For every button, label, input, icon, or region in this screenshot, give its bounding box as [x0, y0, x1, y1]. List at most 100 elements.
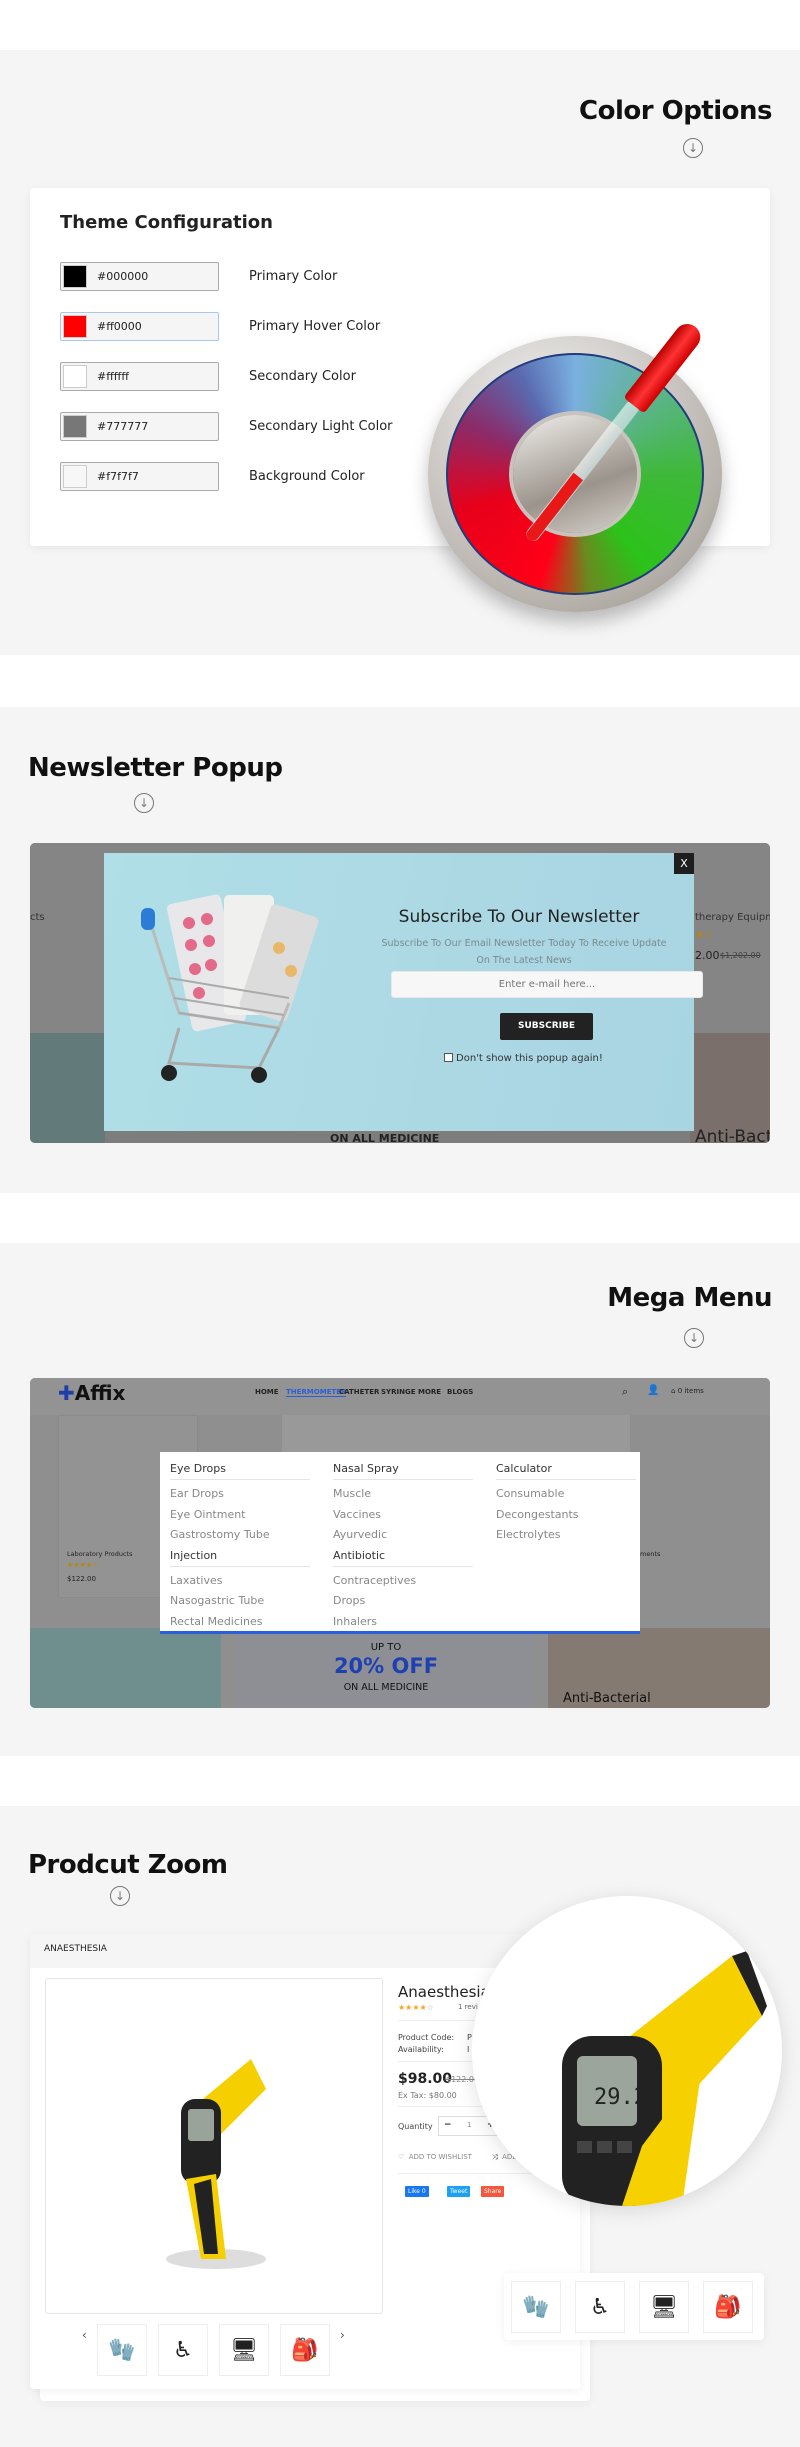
color-swatch[interactable] [63, 415, 87, 438]
ultrasound-machine-icon: 🖥 [230, 2338, 258, 2363]
quantity-label: Quantity [398, 2122, 433, 2131]
mega-menu-heading[interactable]: Injection [170, 1549, 310, 1567]
color-hex-value[interactable]: #777777 [97, 420, 148, 433]
product-code-label: Product Code: [398, 2033, 455, 2042]
mega-menu-item[interactable]: Electrolytes [496, 1528, 636, 1549]
mega-menu-item[interactable]: Ear Drops [170, 1487, 310, 1508]
bg-product-name: therapy Equipm [695, 912, 770, 923]
color-swatch[interactable] [63, 315, 87, 338]
color-input-4[interactable]: #f7f7f7 [60, 462, 219, 491]
mega-menu-item[interactable]: Drops [333, 1594, 473, 1615]
bg-banner-text: Anti-Bacte [695, 1127, 770, 1143]
mega-menu-item[interactable]: Gastrostomy Tube [170, 1528, 310, 1549]
decrease-button[interactable]: − [444, 2120, 452, 2130]
color-input-0[interactable]: #000000 [60, 262, 219, 291]
mega-menu-item[interactable]: Inhalers [333, 1615, 473, 1636]
mega-menu-item[interactable]: Ayurvedic [333, 1528, 473, 1549]
thumbnail-ultrasound-machine[interactable]: 🖥 [219, 2324, 269, 2376]
first-aid-bag-icon: 🎒 [714, 2295, 742, 2320]
nav-item-thermometer[interactable]: THERMOMETER [286, 1388, 347, 1397]
bg-product-name: cts [30, 912, 45, 923]
breadcrumb[interactable]: ANAESTHESIA [44, 1944, 107, 1954]
reviews-link[interactable]: 1 revi [458, 2003, 478, 2011]
nav-item-syringe[interactable]: SYRINGE [381, 1388, 416, 1396]
thumbnail-first-aid-bag[interactable]: 🎒 [280, 2324, 330, 2376]
add-to-wishlist-button[interactable]: ♡ ADD TO WISHLIST [398, 2153, 472, 2161]
mega-menu-item[interactable]: Vaccines [333, 1508, 473, 1529]
checkbox[interactable] [444, 1053, 453, 1062]
mega-menu-item[interactable]: Contraceptives [333, 1574, 473, 1595]
color-hex-value[interactable]: #f7f7f7 [97, 470, 139, 483]
section-title: Mega Menu [607, 1283, 772, 1313]
gloves-icon: 🧤 [108, 2338, 136, 2363]
mega-menu-item[interactable]: Nasogastric Tube [170, 1594, 310, 1615]
color-label: Primary Color [249, 269, 338, 284]
mega-menu-item[interactable]: Laxatives [170, 1574, 310, 1595]
facebook-like-button[interactable]: Like 0 [405, 2186, 429, 2197]
thumb-prev-button[interactable]: ‹ [82, 2328, 87, 2342]
email-input[interactable] [391, 971, 703, 998]
color-swatch[interactable] [63, 365, 87, 388]
tweet-button[interactable]: Tweet [447, 2186, 471, 2197]
thumbnail-wheelchair[interactable]: ♿ [158, 2324, 208, 2376]
arrow-down-icon: ↓ [110, 1886, 130, 1906]
main-nav: HOME THERMOMETER CATHETER SYRINGE MORE BLOGS [255, 1388, 555, 1402]
mega-menu-item[interactable]: Eye Ointment [170, 1508, 310, 1529]
banner-text: UP TO [370, 1642, 402, 1653]
color-input-1[interactable]: #ff0000 [60, 312, 219, 341]
mega-menu-heading[interactable]: Calculator [496, 1462, 636, 1480]
section-title: Color Options [579, 96, 773, 126]
nav-item-blogs[interactable]: BLOGS [447, 1388, 473, 1396]
bg-banner-text: ON ALL MEDICINE [330, 1132, 440, 1143]
heart-icon: ♡ [398, 2153, 405, 2161]
mega-menu-heading[interactable]: Antibiotic [333, 1549, 473, 1567]
banner-text: Anti-Bacterial [563, 1691, 651, 1706]
color-options-section: Color Options ↓ Theme Configuration #000… [0, 50, 800, 655]
checkbox-label: Don't show this popup again! [456, 1053, 603, 1064]
user-icon[interactable]: 👤 [647, 1385, 659, 1396]
lcd-reading: 29.2 [594, 2085, 647, 2110]
thermometer-gun-image [166, 2059, 266, 2269]
thumb-next-button[interactable]: › [340, 2328, 345, 2342]
thumbnail-ultrasound-machine[interactable]: 🖥 [639, 2281, 689, 2333]
nav-item-more[interactable]: MORE [418, 1388, 441, 1396]
search-icon[interactable]: ⌕ [622, 1385, 628, 1399]
thumbnail-wheelchair[interactable]: ♿ [575, 2281, 625, 2333]
newsletter-preview: cts therapy Equipm ★☆ 2.00 $1,202.00 Ant… [30, 843, 770, 1143]
color-hex-value[interactable]: #000000 [97, 270, 148, 283]
close-button[interactable]: X [674, 853, 694, 874]
thumbnail-gloves[interactable]: 🧤 [97, 2324, 147, 2376]
mega-menu-column: Calculator Consumable Decongestants Electro… [496, 1462, 636, 1549]
popup-title: Subscribe To Our Newsletter [398, 907, 640, 927]
nav-item-home[interactable]: HOME [255, 1388, 279, 1396]
color-label: Background Color [249, 469, 365, 484]
mega-menu-heading[interactable]: Eye Drops [170, 1462, 310, 1480]
bg-product-name: ments [640, 1550, 661, 1558]
shopping-cart-pills-image [141, 894, 319, 1083]
mega-menu-item[interactable]: Muscle [333, 1487, 473, 1508]
color-hex-value[interactable]: #ff0000 [97, 320, 142, 333]
cart-button[interactable]: ⌂ 0 items [671, 1387, 704, 1395]
zoomed-thermometer-image: 29.2 [562, 1951, 767, 2206]
color-swatch[interactable] [63, 265, 87, 288]
mega-menu-item[interactable]: Consumable [496, 1487, 636, 1508]
rating-stars: ★★★★☆ [398, 2003, 434, 2012]
thumbnail-gloves[interactable]: 🧤 [511, 2281, 561, 2333]
share-button[interactable]: Share [481, 2186, 505, 2197]
color-input-2[interactable]: #ffffff [60, 362, 219, 391]
theme-config-card: Theme Configuration #000000 Primary Colo… [30, 188, 770, 612]
mega-menu-dropdown: Eye Drops Ear Drops Eye Ointment Gastrostom… [160, 1452, 640, 1634]
nav-item-catheter[interactable]: CATHETER [339, 1388, 379, 1396]
quantity-value[interactable]: 1 [467, 2121, 471, 2129]
color-input-3[interactable]: #777777 [60, 412, 219, 441]
mega-menu-heading[interactable]: Nasal Spray [333, 1462, 473, 1480]
subscribe-button[interactable]: SUBSCRIBE [500, 1013, 593, 1040]
gloves-icon: 🧤 [522, 2295, 550, 2320]
dont-show-checkbox[interactable]: Don't show this popup again! [444, 1053, 603, 1064]
color-swatch[interactable] [63, 465, 87, 488]
thumbnail-first-aid-bag[interactable]: 🎒 [703, 2281, 753, 2333]
mega-menu-item[interactable]: Rectal Medicines [170, 1615, 310, 1636]
product-zoom-section: Prodcut Zoom ↓ ANAESTHESIA ‹ › 🧤 ♿ 🖥 🎒 Anae… [0, 1806, 800, 2447]
mega-menu-item[interactable]: Decongestants [496, 1508, 636, 1529]
color-hex-value[interactable]: #ffffff [97, 370, 129, 383]
